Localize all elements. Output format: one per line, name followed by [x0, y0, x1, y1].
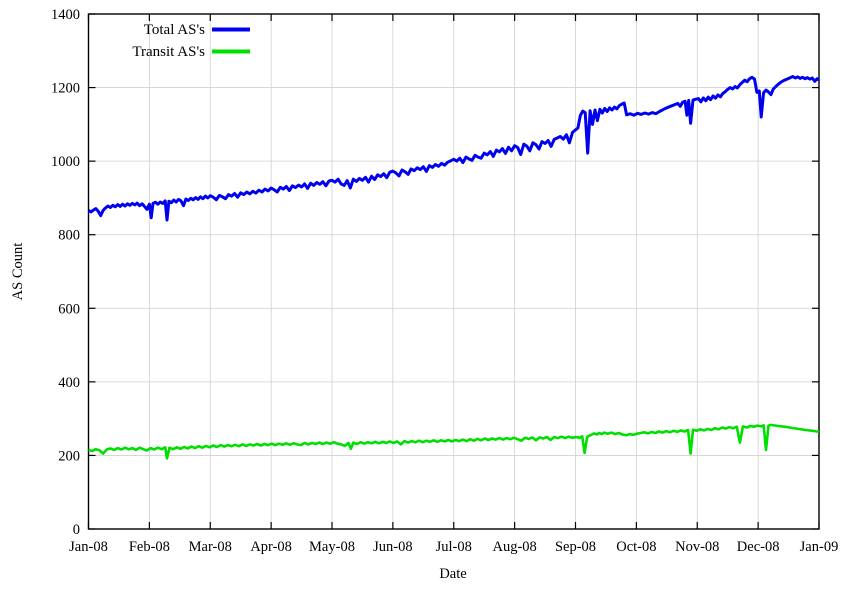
- x-tick-label: Nov-08: [675, 539, 719, 555]
- as-count-figure: Jan-08 Feb-08 Mar-08 Apr-08 May-08 Jun-08 Jul-…: [0, 0, 846, 594]
- x-tick-label: Apr-08: [250, 539, 292, 555]
- x-tick-label: Oct-08: [616, 539, 656, 555]
- x-tick-label: Sep-08: [555, 539, 596, 555]
- y-tick-label: 1000: [51, 154, 80, 170]
- y-tick-label: 1400: [51, 7, 80, 23]
- x-tick-label: Aug-08: [492, 539, 536, 555]
- x-tick-label: Jun-08: [373, 539, 412, 555]
- x-axis-label: Date: [439, 566, 466, 582]
- y-axis-label: AS Count: [10, 243, 26, 301]
- y-tick-label: 800: [58, 228, 80, 244]
- y-tick-label: 600: [58, 301, 80, 317]
- y-tick-label: 400: [58, 375, 80, 391]
- x-tick-label: Mar-08: [189, 539, 232, 555]
- gridlines: [89, 14, 820, 529]
- x-tick-label: Dec-08: [737, 539, 780, 555]
- y-tick-label: 0: [73, 522, 80, 538]
- y-tick-label: 1200: [51, 81, 80, 97]
- x-tick-label: May-08: [309, 539, 355, 555]
- legend-label-total-as: Total AS's: [144, 22, 205, 38]
- legend-label-transit-as: Transit AS's: [132, 44, 205, 60]
- legend: Total AS's Transit AS's: [132, 22, 250, 60]
- x-tick-label: Jan-09: [800, 539, 839, 555]
- tick-labels: Jan-08 Feb-08 Mar-08 Apr-08 May-08 Jun-08 Jul-…: [51, 7, 838, 555]
- x-tick-label: Jul-08: [436, 539, 472, 555]
- as-count-chart: Jan-08 Feb-08 Mar-08 Apr-08 May-08 Jun-08 Jul-…: [0, 0, 846, 594]
- x-tick-label: Feb-08: [129, 539, 170, 555]
- x-tick-label: Jan-08: [69, 539, 108, 555]
- y-tick-label: 200: [58, 448, 80, 464]
